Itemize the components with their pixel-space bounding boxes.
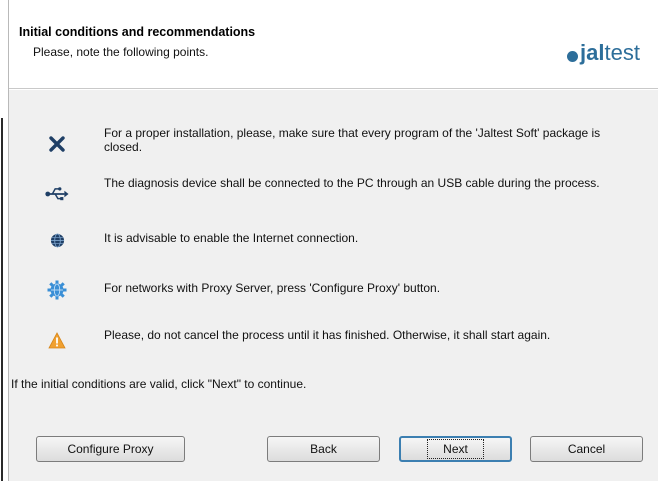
logo-text-suffix: test (604, 40, 640, 65)
next-button[interactable]: Next (399, 436, 512, 462)
item-text: For networks with Proxy Server, press 'C… (104, 281, 441, 295)
footer-note: If the initial conditions are valid, cli… (11, 377, 307, 391)
item-text: The diagnosis device shall be connected … (104, 176, 600, 190)
cancel-button[interactable]: Cancel (530, 436, 643, 462)
list-item: Please, do not cancel the process until … (9, 322, 658, 358)
window-left-edge (0, 0, 9, 481)
usb-icon (45, 182, 69, 206)
logo-text-strong: al (586, 40, 605, 65)
item-text: Please, do not cancel the process until … (104, 328, 551, 342)
page-title: Initial conditions and recommendations (19, 25, 256, 39)
page-subtitle: Please, note the following points. (33, 45, 209, 59)
configure-proxy-button[interactable]: Configure Proxy (36, 436, 185, 462)
logo-dot (567, 50, 579, 62)
next-button-label: Next (427, 439, 484, 459)
window-left-border (1, 118, 3, 481)
network-gear-icon (45, 278, 69, 302)
item-text: It is advisable to enable the Internet c… (104, 231, 359, 245)
list-item: It is advisable to enable the Internet c… (9, 224, 658, 260)
warning-icon (45, 328, 69, 352)
list-item: For networks with Proxy Server, press 'C… (9, 274, 658, 310)
list-item: The diagnosis device shall be connected … (9, 174, 658, 210)
close-x-icon (45, 132, 69, 156)
jaltest-logo: j al test (567, 40, 640, 66)
wizard-header: Initial conditions and recommendations P… (9, 0, 658, 88)
globe-icon (45, 228, 69, 252)
wizard-content: For a proper installation, please, make … (9, 90, 658, 481)
back-button[interactable]: Back (267, 436, 380, 462)
item-text: For a proper installation, please, make … (104, 126, 601, 154)
list-item: For a proper installation, please, make … (9, 124, 658, 160)
